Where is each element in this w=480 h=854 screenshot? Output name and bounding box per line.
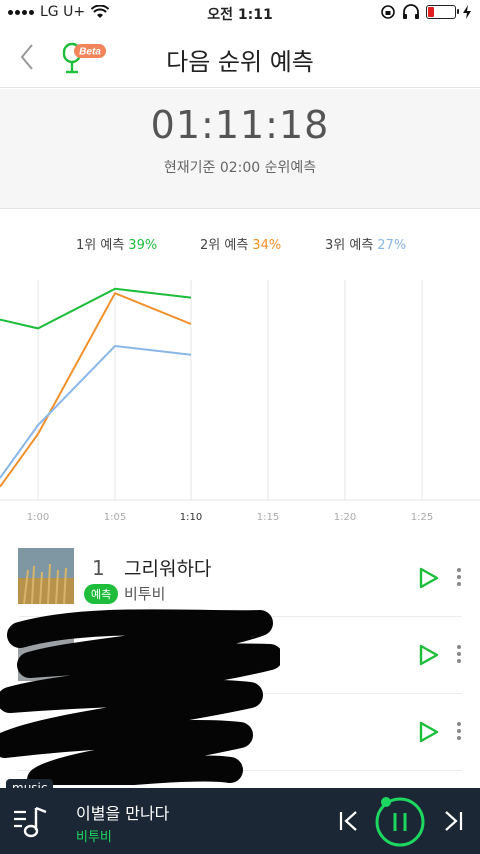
x-tick-label: 1:25 (411, 512, 433, 523)
pause-icon[interactable] (374, 796, 426, 848)
x-tick-label: 1:20 (334, 512, 356, 523)
now-playing-artist: 비투비 (76, 830, 112, 845)
prediction-chart: 1:00 1:05 1:10 1:15 1:20 1:25 (0, 270, 480, 530)
countdown-panel: 01:11:18 현재기준 02:00 순위예측 (0, 89, 480, 209)
status-bar: LG U+ 오전 1:11 (0, 0, 480, 26)
legend-pct: 39% (128, 238, 158, 253)
play-icon[interactable] (418, 566, 440, 590)
play-icon[interactable] (418, 720, 440, 744)
mini-player[interactable]: 이별을 만나다 비투비 (0, 788, 480, 854)
legend-pct: 27% (377, 238, 407, 253)
redaction-scribble (0, 609, 280, 785)
previous-track-icon[interactable] (338, 810, 360, 832)
rotation-lock-icon (381, 5, 395, 19)
now-playing-title: 이별을 만나다 (76, 804, 170, 823)
x-tick-label: 1:00 (27, 512, 49, 523)
series-line (0, 287, 192, 330)
page-title: 다음 순위 예측 (166, 48, 314, 76)
legend-pct: 34% (252, 238, 282, 253)
x-tick-label: 1:15 (257, 512, 279, 523)
rank-number: 1 (92, 556, 105, 580)
x-tick-label: 1:10 (180, 512, 202, 523)
legend-label: 1위 예측 (76, 238, 125, 253)
song-title: 그리워하다 (124, 558, 212, 580)
more-options-icon[interactable] (456, 568, 462, 588)
countdown-timer: 01:11:18 (150, 103, 330, 147)
play-icon[interactable] (418, 643, 440, 667)
more-options-icon[interactable] (456, 722, 462, 742)
chart-legend: 1위 예측 39% 2위 예측 34% 3위 예측 27% (0, 234, 480, 254)
next-track-icon[interactable] (442, 810, 464, 832)
legend-item-2: 2위 예측 34% (200, 234, 281, 253)
x-tick-label: 1:05 (104, 512, 126, 523)
countdown-subtitle: 현재기준 02:00 순위예측 (163, 160, 317, 176)
more-options-icon[interactable] (456, 645, 462, 665)
legend-label: 2위 예측 (200, 238, 249, 253)
legend-item-3: 3위 예측 27% (325, 234, 406, 253)
status-right (380, 4, 472, 20)
album-cover (18, 548, 74, 604)
header: Beta 다음 순위 예측 (0, 26, 480, 88)
legend-item-1: 1위 예측 39% (76, 234, 157, 253)
chart-svg: 1:00 1:05 1:10 1:15 1:20 1:25 (0, 280, 480, 523)
playlist-icon[interactable] (12, 804, 52, 840)
headphones-icon (403, 4, 419, 19)
battery-icon (426, 5, 459, 19)
series-line (0, 291, 192, 488)
artist-name: 비투비 (124, 585, 166, 603)
legend-label: 3위 예측 (325, 238, 374, 253)
series-line (0, 344, 192, 479)
charging-icon (463, 5, 471, 19)
predict-badge: 예측 (84, 584, 119, 604)
